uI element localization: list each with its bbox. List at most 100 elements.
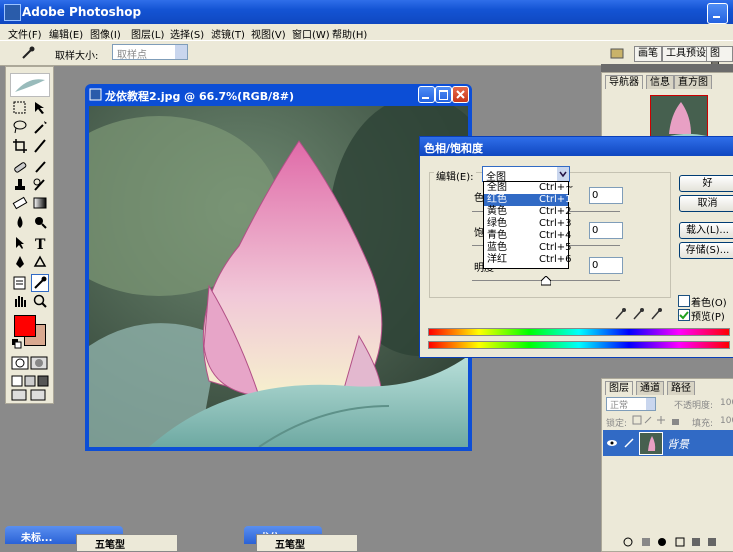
sample-size-label: 取样大小: <box>55 51 99 62</box>
marquee-icon[interactable] <box>12 100 28 116</box>
tab-layers[interactable]: 图层 <box>605 381 633 395</box>
preview-checkbox[interactable] <box>678 309 690 321</box>
menu-edit[interactable]: 编辑(E) <box>49 26 83 41</box>
type-icon[interactable]: T <box>32 235 48 251</box>
dropdown-item-yellows[interactable]: 黄色 Ctrl+2 <box>484 206 572 218</box>
eyedropper-tools[interactable] <box>614 307 666 321</box>
path-selection-icon[interactable] <box>12 235 28 251</box>
menu-filter[interactable]: 滤镜(T) <box>211 26 245 41</box>
well-tab-brushes[interactable]: 画笔 <box>634 46 662 62</box>
zoom-icon[interactable] <box>32 293 48 309</box>
ime-status-bar-1[interactable]: 五笔型 <box>76 534 178 552</box>
layer-footer-icons[interactable] <box>622 536 732 548</box>
screen-mode-icon[interactable] <box>11 375 49 387</box>
fill-label: 填充: <box>692 419 714 429</box>
menu-layer[interactable]: 图层(L) <box>131 26 164 41</box>
doc-minimize-button[interactable] <box>418 86 435 103</box>
slice-icon[interactable] <box>32 138 48 154</box>
tab-info[interactable]: 信息 <box>646 75 674 89</box>
tab-histogram[interactable]: 直方图 <box>674 75 712 89</box>
well-tab-layer-comps[interactable]: 图层复合 <box>706 46 733 101</box>
hand-icon[interactable] <box>12 293 28 309</box>
load-button[interactable]: 载入(L)... <box>679 222 733 239</box>
clone-stamp-icon[interactable] <box>12 177 28 193</box>
custom-shape-icon[interactable] <box>32 254 48 270</box>
minimize-button[interactable] <box>707 3 728 24</box>
ok-button[interactable]: 好 <box>679 175 733 192</box>
menu-view[interactable]: 视图(V) <box>251 26 286 41</box>
dropdown-item-greens[interactable]: 绿色 Ctrl+3 <box>484 218 572 230</box>
notes-icon[interactable] <box>12 275 28 291</box>
fill-value[interactable]: 100 <box>720 416 733 426</box>
well-tab-tool-presets[interactable]: 工具预设 <box>662 46 710 62</box>
lightness-slider-thumb[interactable] <box>541 276 551 286</box>
doc-maximize-button[interactable] <box>435 86 452 103</box>
saturation-input[interactable]: 0 <box>589 222 623 239</box>
eyedropper-tool-icon[interactable] <box>31 274 49 292</box>
tab-channels[interactable]: 通道 <box>636 381 664 395</box>
eyedropper-plus-icon <box>633 308 644 320</box>
pen-icon[interactable] <box>12 254 28 270</box>
move-icon[interactable] <box>32 100 48 116</box>
save-button[interactable]: 存储(S)... <box>679 242 733 259</box>
dropdown-item-blues[interactable]: 蓝色 Ctrl+5 <box>484 242 572 254</box>
menu-window[interactable]: 窗口(W) <box>292 26 330 41</box>
navigator-thumbnail[interactable] <box>650 95 708 142</box>
file-browser-icon[interactable] <box>610 46 624 60</box>
crop-icon[interactable] <box>12 138 28 154</box>
blend-mode-select[interactable]: 正常 <box>606 397 656 411</box>
quick-mask-icon[interactable] <box>11 356 49 370</box>
default-colors-icon[interactable] <box>12 339 22 349</box>
menu-file[interactable]: 文件(F) <box>8 26 42 41</box>
lock-label: 锁定: <box>606 419 628 429</box>
maximize-icon <box>439 90 448 100</box>
image-canvas[interactable] <box>89 106 468 447</box>
jump-to-imageready-icon[interactable] <box>11 389 49 401</box>
toolbox: T <box>5 66 54 404</box>
lock-icons[interactable] <box>632 415 684 426</box>
colorize-label: 着色(O) <box>691 298 727 309</box>
dropdown-item-magentas[interactable]: 洋红 Ctrl+6 <box>484 254 572 266</box>
brush-link-icon <box>624 438 634 448</box>
gradient-icon[interactable] <box>32 195 48 211</box>
history-brush-icon[interactable] <box>32 177 48 193</box>
doc-close-button[interactable] <box>452 86 469 103</box>
layer-row-background[interactable]: 背景 <box>603 430 733 456</box>
colorize-checkbox[interactable] <box>678 295 690 307</box>
sample-size-select[interactable]: 取样点 <box>112 44 188 61</box>
opacity-value[interactable]: 100 <box>720 398 733 408</box>
dropdown-item-reds[interactable]: 红色 Ctrl+1 <box>484 194 572 206</box>
blur-icon[interactable] <box>12 214 28 230</box>
foreground-color-swatch-top[interactable] <box>14 315 36 337</box>
ime-status-bar-2[interactable]: 五笔型 <box>256 534 358 552</box>
edit-channel-select[interactable]: 全图 <box>482 166 570 183</box>
brush-icon[interactable] <box>32 159 48 175</box>
edit-channel-dropdown[interactable]: 全图 Ctrl+~ 红色 Ctrl+1 黄色 Ctrl+2 绿色 Ctrl+3 青色 Ct… <box>483 181 574 269</box>
ime-mode-label: 五笔型 <box>95 540 125 551</box>
dropdown-item-master[interactable]: 全图 Ctrl+~ <box>484 182 574 194</box>
lasso-icon[interactable] <box>12 119 28 135</box>
tab-paths[interactable]: 路径 <box>667 381 695 395</box>
layers-panel: 图层 通道 路径 正常 不透明度: 100 锁定: 填充: 100 背景 <box>601 378 733 552</box>
dodge-icon[interactable] <box>32 214 48 230</box>
eye-icon[interactable] <box>606 437 618 449</box>
minimize-icon <box>713 16 720 18</box>
eyedropper-icon[interactable] <box>20 45 36 61</box>
close-icon <box>456 90 465 99</box>
menu-image[interactable]: 图像(I) <box>90 26 121 41</box>
minimized-window-title: 未标... <box>21 533 53 544</box>
cancel-button[interactable]: 取消 <box>679 195 733 212</box>
hue-saturation-dialog[interactable]: 色相/饱和度 编辑(E): 全图 色 饱 明度 0 0 0 好 取消 载入(L)… <box>419 136 733 358</box>
chevron-down-icon <box>557 167 569 181</box>
menu-help[interactable]: 帮助(H) <box>332 26 367 41</box>
hue-input[interactable]: 0 <box>589 187 623 204</box>
feather-logo-icon[interactable] <box>10 73 50 97</box>
document-window[interactable]: 龙依教程2.jpg @ 66.7%(RGB/8#) <box>85 84 472 451</box>
tab-navigator[interactable]: 导航器 <box>605 75 643 89</box>
lightness-input[interactable]: 0 <box>589 257 623 274</box>
eraser-icon[interactable] <box>12 195 28 211</box>
healing-brush-icon[interactable] <box>12 159 28 175</box>
menu-select[interactable]: 选择(S) <box>170 26 204 41</box>
magic-wand-icon[interactable] <box>32 119 48 135</box>
dropdown-item-cyans[interactable]: 青色 Ctrl+4 <box>484 230 572 242</box>
